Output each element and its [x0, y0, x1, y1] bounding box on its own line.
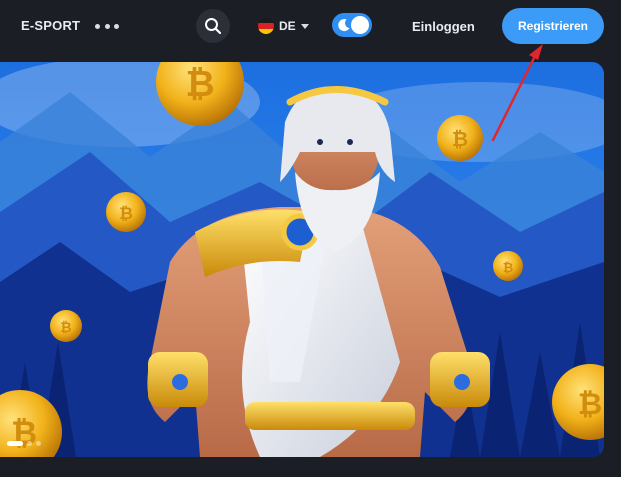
search-button[interactable]: [196, 9, 230, 43]
login-button[interactable]: Einloggen: [402, 10, 485, 42]
carousel-dot-2[interactable]: [27, 441, 32, 446]
germany-flag-icon: [258, 18, 274, 34]
banner-illustration: ₿ ₿ ₿ ₿ ₿ ₿ ₿: [0, 62, 604, 457]
search-icon: [205, 18, 222, 35]
toggle-knob: [351, 16, 369, 34]
svg-text:₿: ₿: [60, 320, 71, 336]
svg-text:₿: ₿: [452, 127, 468, 151]
top-navigation-bar: E-SPORT DE Einloggen Registrieren: [0, 0, 621, 52]
svg-text:₿: ₿: [11, 414, 37, 452]
nav-link-esport[interactable]: E-SPORT: [21, 18, 80, 33]
svg-text:₿: ₿: [503, 261, 514, 276]
moon-icon: [338, 19, 350, 32]
more-dots-icon[interactable]: [95, 18, 119, 34]
promo-banner[interactable]: ₿ ₿ ₿ ₿ ₿ ₿ ₿: [0, 62, 604, 457]
carousel-indicators: [7, 441, 41, 446]
theme-toggle[interactable]: [332, 13, 372, 37]
language-selector[interactable]: DE: [258, 16, 309, 36]
chevron-down-icon: [300, 23, 309, 29]
carousel-dot-3[interactable]: [36, 441, 41, 446]
svg-text:₿: ₿: [578, 387, 602, 422]
register-button[interactable]: Registrieren: [502, 8, 604, 44]
svg-text:₿: ₿: [185, 64, 214, 105]
language-code: DE: [279, 19, 296, 33]
svg-text:₿: ₿: [119, 204, 133, 224]
carousel-dot-1[interactable]: [7, 441, 23, 446]
